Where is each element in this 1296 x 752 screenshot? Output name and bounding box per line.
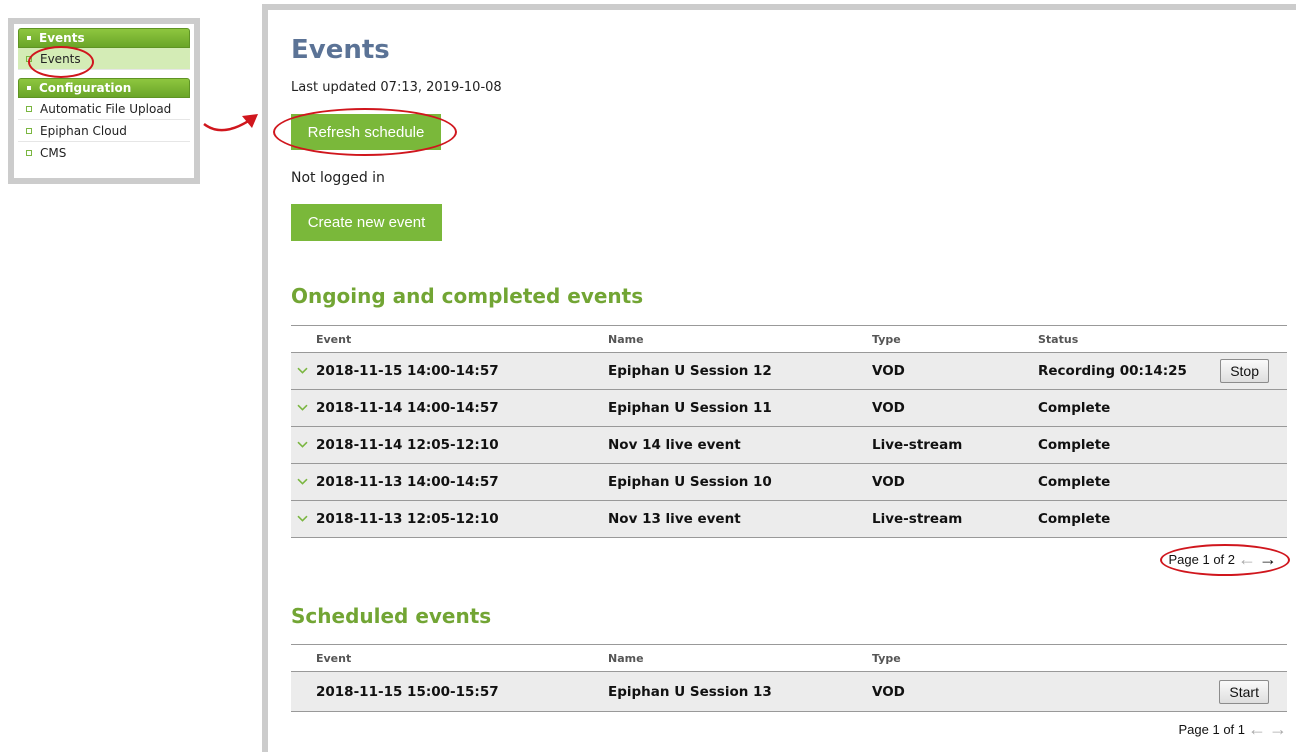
sidebar-header-label: Configuration — [39, 81, 132, 95]
event-type: VOD — [872, 363, 905, 379]
event-time: 2018-11-15 15:00-15:57 — [316, 683, 499, 700]
ongoing-pager: Page 1 of 2 ← → — [1169, 550, 1278, 568]
event-type: VOD — [872, 683, 905, 700]
arrow-left-icon[interactable]: ← — [1238, 550, 1256, 568]
event-name: Epiphan U Session 13 — [608, 683, 772, 700]
arrow-right-icon[interactable]: → — [1259, 550, 1277, 568]
table-header: Event Name Type — [291, 644, 1287, 672]
chevron-down-icon[interactable] — [297, 441, 308, 448]
stop-button[interactable]: Stop — [1220, 359, 1269, 383]
column-header-type: Type — [872, 651, 901, 665]
arrow-left-icon[interactable]: ← — [1248, 720, 1266, 738]
sidebar-item-cms[interactable]: CMS — [18, 142, 190, 164]
table-row[interactable]: 2018-11-15 14:00-14:57 Epiphan U Session… — [291, 353, 1287, 390]
scheduled-pager: Page 1 of 1 ← → — [1179, 720, 1288, 738]
column-header-event: Event — [316, 332, 352, 346]
square-icon — [27, 86, 31, 90]
event-time: 2018-11-15 14:00-14:57 — [316, 363, 499, 379]
scheduled-events-table: Event Name Type 2018-11-15 15:00-15:57 E… — [291, 644, 1287, 712]
content-frame-top — [262, 4, 1296, 10]
ongoing-section-title: Ongoing and completed events — [291, 284, 644, 308]
column-header-event: Event — [316, 651, 352, 665]
event-status: Complete — [1038, 511, 1111, 527]
sidebar-item-events[interactable]: Events — [18, 48, 190, 70]
pager-label: Page 1 of 1 — [1178, 721, 1246, 737]
arrow-right-icon[interactable]: → — [1269, 720, 1287, 738]
event-name: Nov 14 live event — [608, 437, 741, 453]
table-row[interactable]: 2018-11-13 14:00-14:57 Epiphan U Session… — [291, 464, 1287, 501]
event-type: VOD — [872, 400, 905, 416]
table-row[interactable]: 2018-11-15 15:00-15:57 Epiphan U Session… — [291, 672, 1287, 712]
last-updated: Last updated 07:13, 2019-10-08 — [291, 80, 502, 95]
event-name: Epiphan U Session 10 — [608, 474, 772, 490]
bullet-icon — [26, 127, 32, 134]
ongoing-events-table: Event Name Type Status 2018-11-15 14:00-… — [291, 325, 1287, 538]
bullet-icon — [26, 105, 32, 112]
event-name: Epiphan U Session 11 — [608, 400, 772, 416]
chevron-down-icon[interactable] — [297, 515, 308, 522]
event-type: Live-stream — [872, 437, 963, 453]
event-time: 2018-11-14 14:00-14:57 — [316, 400, 499, 416]
start-button[interactable]: Start — [1219, 679, 1269, 704]
main-content: Events Last updated 07:13, 2019-10-08 Re… — [273, 34, 1290, 738]
column-header-name: Name — [608, 651, 644, 665]
pager-label: Page 1 of 2 — [1168, 551, 1236, 567]
sidebar-item-label: Events — [40, 51, 81, 66]
sidebar-header-label: Events — [39, 31, 85, 45]
event-status: Complete — [1038, 400, 1111, 416]
chevron-down-icon[interactable] — [297, 367, 308, 374]
content-frame-left — [262, 4, 268, 752]
table-row[interactable]: 2018-11-13 12:05-12:10 Nov 13 live event… — [291, 501, 1287, 538]
event-time: 2018-11-13 12:05-12:10 — [316, 511, 499, 527]
sidebar-item-automatic-file-upload[interactable]: Automatic File Upload — [18, 98, 190, 120]
sidebar-item-label: CMS — [40, 146, 67, 160]
event-status: Recording 00:14:25 — [1038, 363, 1187, 379]
sidebar-item-epiphan-cloud[interactable]: Epiphan Cloud — [18, 120, 190, 142]
column-header-type: Type — [872, 332, 901, 346]
sidebar-item-label: Automatic File Upload — [40, 101, 172, 116]
event-type: VOD — [872, 474, 905, 490]
chevron-down-icon[interactable] — [297, 478, 308, 485]
event-name: Epiphan U Session 12 — [608, 363, 772, 379]
event-time: 2018-11-13 14:00-14:57 — [316, 474, 499, 490]
annotation-arrow-icon — [203, 114, 258, 132]
column-header-name: Name — [608, 332, 644, 346]
page-title: Events — [291, 35, 390, 65]
event-type: Live-stream — [872, 511, 963, 527]
table-row[interactable]: 2018-11-14 12:05-12:10 Nov 14 live event… — [291, 427, 1287, 464]
bullet-icon — [26, 150, 32, 156]
create-new-event-button[interactable]: Create new event — [291, 204, 442, 241]
refresh-schedule-button[interactable]: Refresh schedule — [291, 114, 441, 150]
bullet-icon — [26, 55, 32, 62]
event-status: Complete — [1038, 474, 1111, 490]
event-time: 2018-11-14 12:05-12:10 — [316, 437, 499, 453]
sidebar-header-configuration[interactable]: Configuration — [18, 78, 190, 98]
chevron-down-icon[interactable] — [297, 404, 308, 411]
event-name: Nov 13 live event — [608, 511, 741, 527]
table-header: Event Name Type Status — [291, 325, 1287, 353]
table-row[interactable]: 2018-11-14 14:00-14:57 Epiphan U Session… — [291, 390, 1287, 427]
scheduled-section-title: Scheduled events — [291, 604, 492, 628]
sidebar: Events Events Configuration Automatic Fi… — [8, 18, 200, 184]
event-status: Complete — [1038, 437, 1111, 453]
sidebar-item-label: Epiphan Cloud — [40, 123, 127, 138]
login-status: Not logged in — [291, 170, 385, 186]
sidebar-header-events[interactable]: Events — [18, 28, 190, 48]
square-icon — [27, 36, 31, 40]
column-header-status: Status — [1038, 332, 1079, 346]
